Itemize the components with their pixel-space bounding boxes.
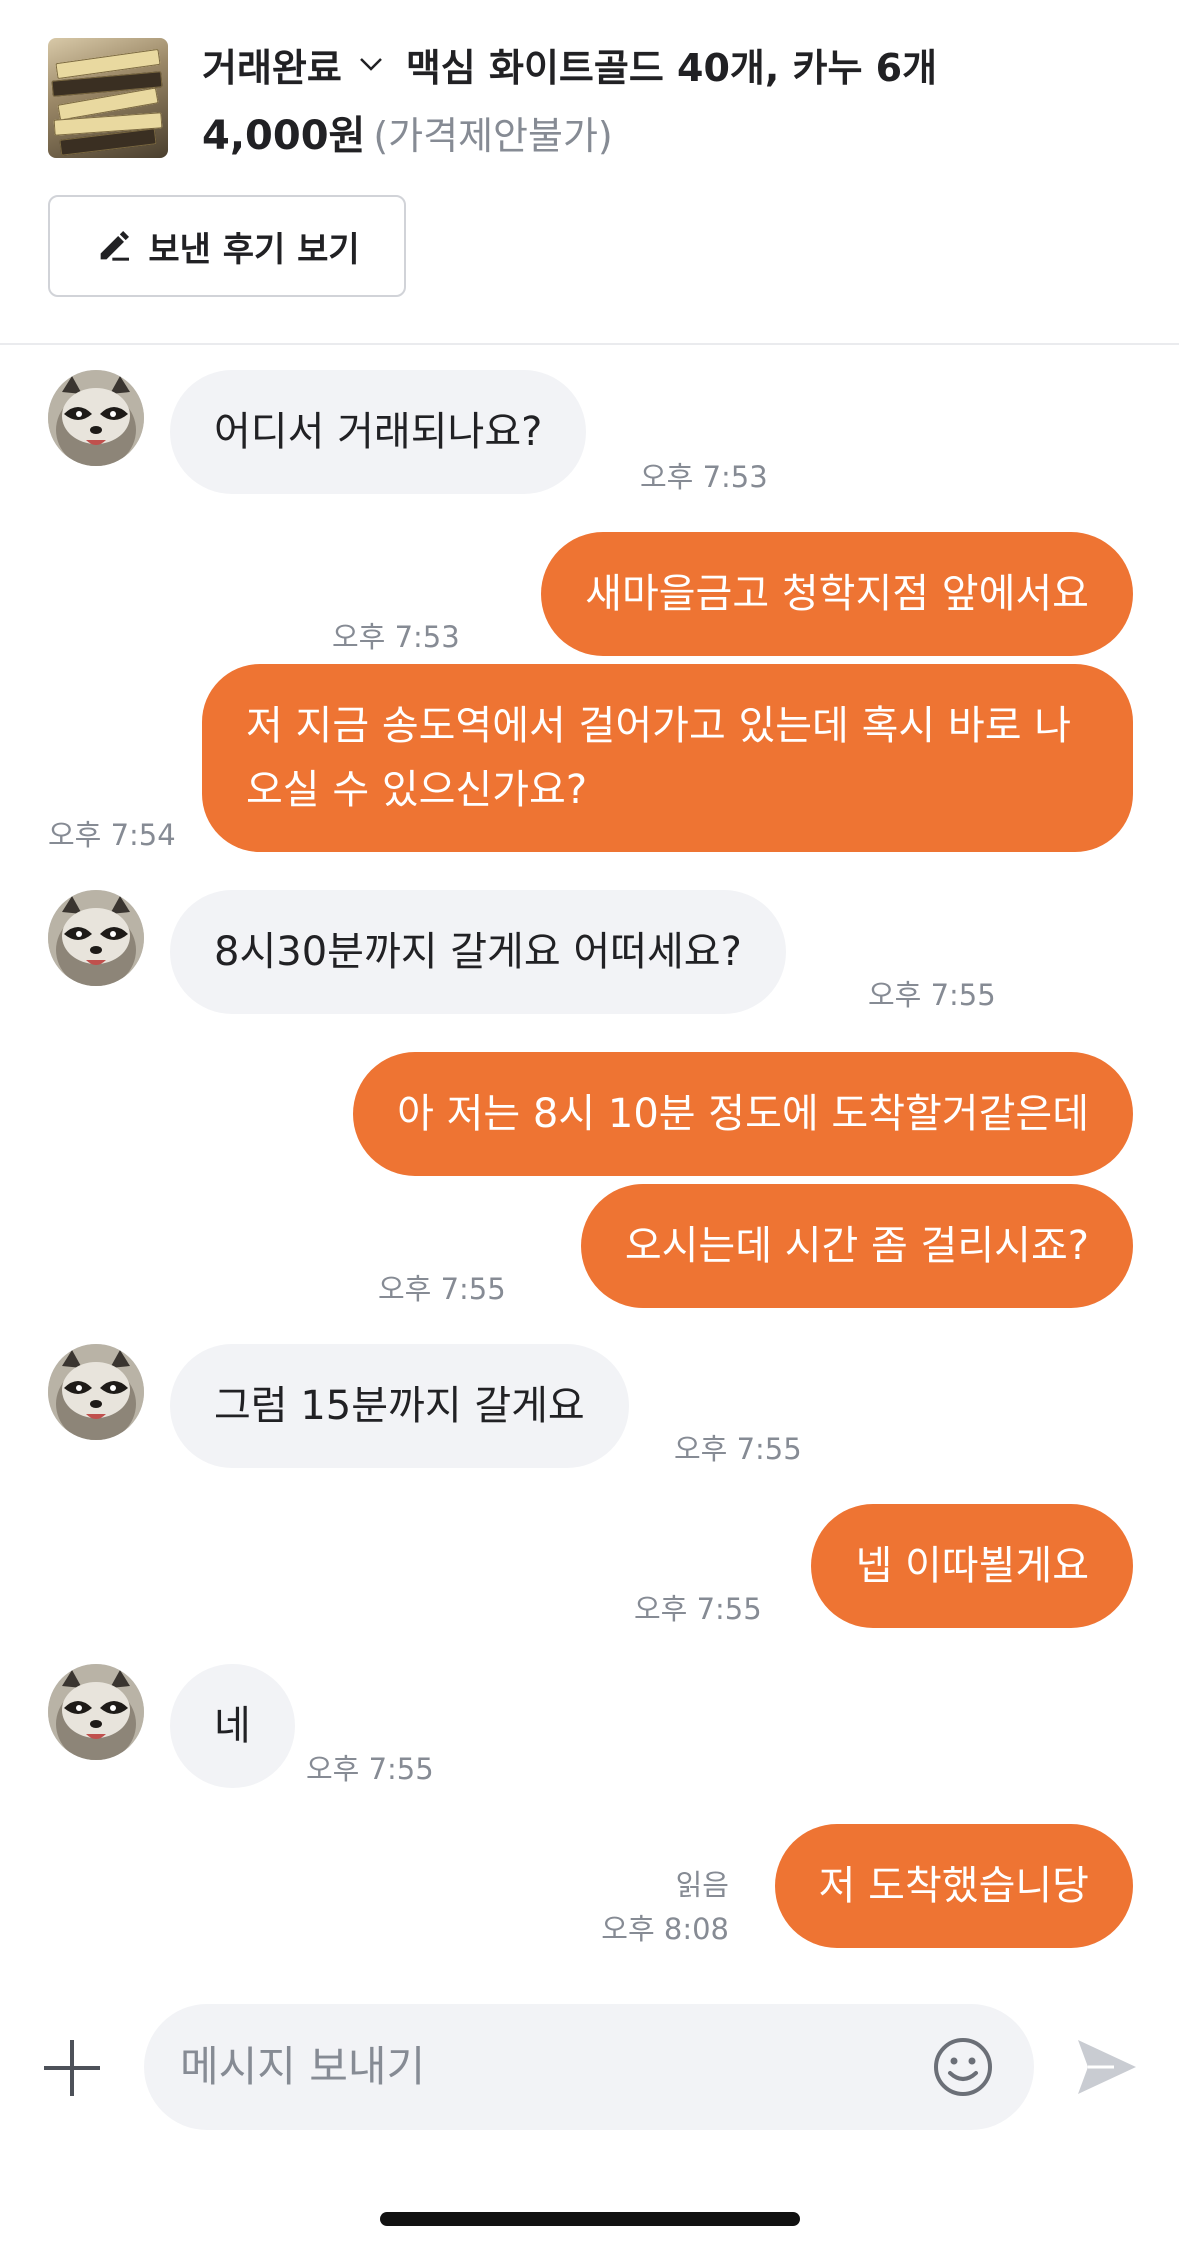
raccoon-avatar (48, 890, 144, 986)
smile-icon[interactable] (932, 2036, 994, 2098)
item-price: 4,000원 (202, 113, 366, 159)
item-title: 맥심 화이트골드 40개, 카누 6개 (405, 45, 938, 90)
view-sent-review-button[interactable]: 보낸 후기 보기 (48, 195, 406, 297)
product-header: 거래완료 맥심 화이트골드 40개, 카누 6개 4,000원 (가격제안불가)… (0, 0, 1179, 345)
price-note: (가격제안불가) (373, 113, 613, 158)
message-bubble[interactable]: 8시30분까지 갈게요 어떠세요? (170, 890, 786, 1014)
message-time: 오후 7:55 (378, 1272, 506, 1306)
message-time: 오후 7:55 (674, 1432, 802, 1466)
message-time: 오후 7:55 (868, 978, 996, 1012)
status-row: 거래완료 맥심 화이트골드 40개, 카누 6개 (202, 38, 937, 90)
avatar[interactable] (48, 890, 144, 986)
avatar[interactable] (48, 1664, 144, 1760)
message-bubble[interactable]: 새마을금고 청학지점 앞에서요 (541, 532, 1133, 656)
home-indicator (380, 2212, 800, 2226)
message-time: 오후 7:55 (306, 1752, 434, 1786)
trade-status-dropdown[interactable]: 거래완료 (202, 37, 342, 92)
message-time: 오후 8:08 (601, 1912, 729, 1946)
raccoon-avatar (48, 1664, 144, 1760)
avatar[interactable] (48, 370, 144, 466)
raccoon-avatar (48, 1344, 144, 1440)
pencil-icon (100, 231, 130, 261)
send-icon[interactable] (1074, 2036, 1140, 2098)
plus-icon[interactable] (40, 2036, 104, 2100)
message-bubble[interactable]: 아 저는 8시 10분 정도에 도착할거같은데 (353, 1052, 1133, 1176)
avatar[interactable] (48, 1344, 144, 1440)
message-time: 오후 7:53 (640, 460, 768, 494)
message-time: 오후 7:55 (634, 1592, 762, 1626)
message-time: 오후 7:53 (332, 620, 460, 654)
review-button-label: 보낸 후기 보기 (148, 229, 360, 270)
message-bubble[interactable]: 네 (170, 1664, 295, 1788)
price-row: 4,000원 (가격제안불가) (202, 104, 613, 160)
message-bubble[interactable]: 넵 이따뵐게요 (811, 1504, 1133, 1628)
message-time: 오후 7:54 (48, 818, 176, 852)
read-receipt: 읽음 (675, 1868, 729, 1902)
message-bubble[interactable]: 저 지금 송도역에서 걸어가고 있는데 혹시 바로 나오실 수 있으신가요? (202, 664, 1133, 852)
product-thumbnail[interactable] (48, 38, 168, 158)
raccoon-avatar (48, 370, 144, 466)
message-bubble[interactable]: 저 도착했습니당 (774, 1824, 1133, 1948)
message-input-placeholder: 메시지 보내기 (180, 2042, 426, 2091)
message-bubble[interactable]: 오시는데 시간 좀 걸리시죠? (580, 1184, 1133, 1308)
message-bubble[interactable]: 그럼 15분까지 갈게요 (170, 1344, 629, 1468)
chevron-down-icon[interactable] (356, 49, 386, 79)
message-bubble[interactable]: 어디서 거래되나요? (170, 370, 587, 494)
